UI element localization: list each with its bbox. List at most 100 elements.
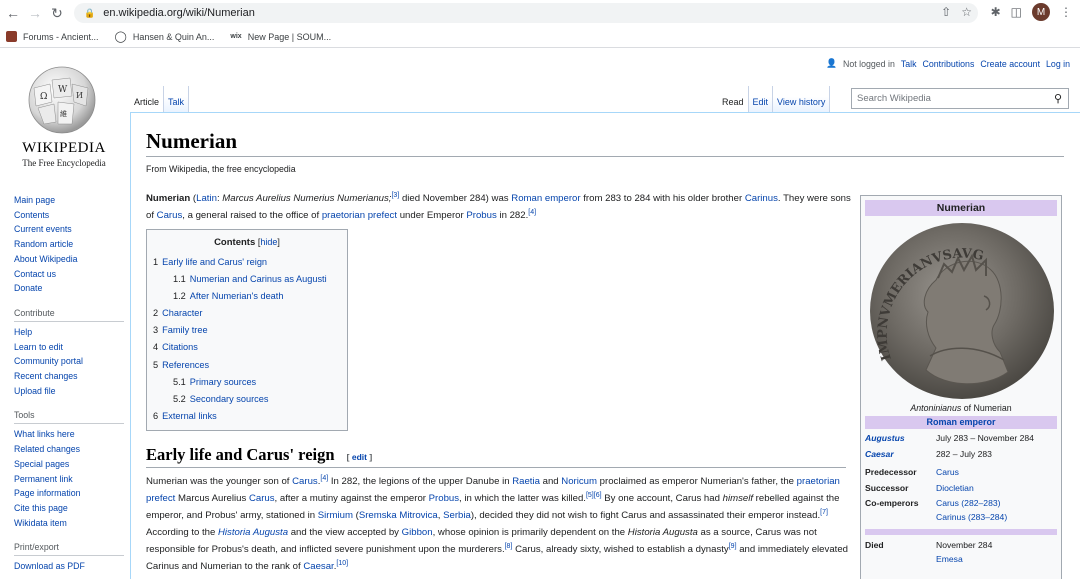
coin-image[interactable]: IMPNVMERIANVSAVG	[866, 220, 1056, 402]
probus-link-2[interactable]: Probus	[429, 493, 459, 504]
tab-read[interactable]: Read	[718, 86, 749, 112]
toc-link[interactable]: Primary sources	[190, 377, 256, 387]
died-place-link[interactable]: Emesa	[936, 554, 963, 564]
row-value[interactable]: Carus (282–283)	[936, 497, 1057, 511]
toc-link[interactable]: After Numerian's death	[190, 291, 284, 301]
tab-edit[interactable]: Edit	[748, 86, 774, 112]
sidebar-item-contact-us[interactable]: Contact us	[14, 267, 124, 282]
toc-link[interactable]: Secondary sources	[190, 394, 269, 404]
sidebar-item-current-events[interactable]: Current events	[14, 222, 124, 237]
toc-item[interactable]: 4 Citations	[153, 339, 341, 356]
back-icon[interactable]: ←	[2, 2, 24, 24]
infobox-section-roman-emperor[interactable]: Roman emperor	[865, 416, 1057, 429]
sirmium-link[interactable]: Sirmium	[318, 510, 353, 521]
noricum-link[interactable]: Noricum	[561, 476, 597, 487]
sidebar-item-what-links-here[interactable]: What links here	[14, 427, 124, 442]
historia-augusta-link[interactable]: Historia Augusta	[218, 527, 288, 538]
toc-title: Contents [hide]	[214, 237, 280, 248]
sidebar-item-page-information[interactable]: Page information	[14, 486, 124, 501]
row-label[interactable]: Augustus	[865, 432, 936, 446]
carus-link-2[interactable]: Carus	[292, 476, 318, 487]
row-value-wrap: Carus	[936, 466, 1057, 480]
praetorian-prefect-link[interactable]: praetorian prefect	[322, 210, 397, 221]
sremska-mitrovica-link[interactable]: Sremska Mitrovica	[359, 510, 438, 521]
forward-icon[interactable]: →	[24, 2, 46, 24]
sidebar-item-about-wikipedia[interactable]: About Wikipedia	[14, 252, 124, 267]
serbia-link[interactable]: Serbia	[443, 510, 471, 521]
extensions-icon[interactable]: ✱	[991, 5, 1001, 19]
bookmark-hansen[interactable]: ◯ Hansen & Quin An...	[115, 30, 215, 43]
toc-item[interactable]: 2 Character	[153, 305, 341, 322]
caesar-link[interactable]: Caesar	[303, 561, 333, 572]
carus-link[interactable]: Carus	[157, 210, 183, 221]
probus-link[interactable]: Probus	[466, 210, 496, 221]
share-icon[interactable]: ⇧	[941, 5, 951, 19]
row-value[interactable]: Diocletian	[936, 482, 1057, 496]
wikipedia-globe-logo[interactable]: Ω W И 維	[22, 62, 102, 134]
sidebar-item-donate[interactable]: Donate	[14, 281, 124, 296]
sidebar-item-cite-this-page[interactable]: Cite this page	[14, 501, 124, 516]
roman-emperor-link[interactable]: Roman emperor	[511, 193, 580, 204]
menu-icon[interactable]: ⋮	[1060, 5, 1072, 19]
row-value-2[interactable]: Carinus (283–284)	[936, 511, 1057, 525]
toc-link[interactable]: Family tree	[162, 325, 207, 335]
reload-icon[interactable]: ↻	[46, 2, 68, 24]
search-icon[interactable]: ⚲	[1054, 92, 1062, 105]
row-value[interactable]: Carus	[936, 466, 1057, 480]
address-bar[interactable]: 🔒 en.wikipedia.org/wiki/Numerian ⇧ ☆	[74, 3, 978, 23]
wikipedia-wordmark[interactable]: WIKIPEDIA The Free Encyclopedia	[8, 140, 120, 168]
sidebar-item-permanent-link[interactable]: Permanent link	[14, 472, 124, 487]
toc-link[interactable]: Numerian and Carinus as Augusti	[190, 274, 327, 284]
toc-number: 4	[153, 342, 159, 353]
sidebar-item-download-as-pdf[interactable]: Download as PDF	[14, 559, 124, 574]
contributions-link[interactable]: Contributions	[923, 59, 975, 69]
toc-item[interactable]: 5.2 Secondary sources	[153, 391, 341, 408]
create-account-link[interactable]: Create account	[980, 59, 1040, 69]
gibbon-link[interactable]: Gibbon	[402, 527, 433, 538]
row-value: July 283 – November 284	[936, 433, 1034, 443]
row-label[interactable]: Caesar	[865, 448, 936, 462]
section-edit-link[interactable]: edit	[352, 452, 367, 462]
toc-hide-link[interactable]: hide	[260, 237, 277, 247]
toc-number: 1	[153, 257, 159, 267]
sidebar-item-related-changes[interactable]: Related changes	[14, 442, 124, 457]
bookmark-star-icon[interactable]: ☆	[961, 5, 972, 19]
side-panel-icon[interactable]: ◫	[1011, 5, 1022, 19]
sidebar-item-help[interactable]: Help	[14, 325, 124, 340]
tab-view-history[interactable]: View history	[773, 86, 831, 112]
bookmark-forums[interactable]: Forums - Ancient...	[6, 31, 99, 42]
tab-talk[interactable]: Talk	[164, 86, 190, 112]
toc-item[interactable]: 5.1 Primary sources	[153, 374, 341, 391]
raetia-link[interactable]: Raetia	[512, 476, 540, 487]
tab-article[interactable]: Article	[130, 86, 165, 112]
toc-item[interactable]: 3 Family tree	[153, 322, 341, 339]
toc-link[interactable]: Early life and Carus' reign	[162, 257, 267, 267]
toc-item[interactable]: 1.1 Numerian and Carinus as Augusti	[153, 271, 341, 288]
latin-link[interactable]: Latin	[196, 193, 217, 204]
sidebar-item-community-portal[interactable]: Community portal	[14, 354, 124, 369]
sidebar-item-wikidata-item[interactable]: Wikidata item	[14, 516, 124, 531]
carinus-link[interactable]: Carinus	[745, 193, 778, 204]
toc-link[interactable]: References	[162, 360, 209, 370]
sidebar-item-main-page[interactable]: Main page	[14, 193, 124, 208]
toc-link[interactable]: Character	[162, 308, 202, 318]
log-in-link[interactable]: Log in	[1046, 59, 1070, 69]
toc-item[interactable]: 6 External links	[153, 408, 341, 425]
sidebar-item-recent-changes[interactable]: Recent changes	[14, 369, 124, 384]
sidebar-item-contents[interactable]: Contents	[14, 208, 124, 223]
toc-link[interactable]: External links	[162, 411, 217, 421]
talk-link[interactable]: Talk	[901, 59, 917, 69]
toc-item[interactable]: 1.2 After Numerian's death	[153, 288, 341, 305]
avatar[interactable]: M	[1032, 3, 1050, 21]
search-input[interactable]: Search Wikipedia ⚲	[851, 88, 1069, 109]
carus-link-3[interactable]: Carus	[249, 493, 275, 504]
bookmark-wix[interactable]: wix New Page | SOUM...	[230, 32, 331, 42]
sidebar-item-special-pages[interactable]: Special pages	[14, 457, 124, 472]
table-of-contents: Contents [hide] 1 Early life and Carus' r…	[146, 229, 348, 431]
toc-link[interactable]: Citations	[162, 342, 198, 352]
sidebar-item-random-article[interactable]: Random article	[14, 237, 124, 252]
sidebar-item-learn-to-edit[interactable]: Learn to edit	[14, 340, 124, 355]
sidebar-item-upload-file[interactable]: Upload file	[14, 384, 124, 399]
toc-item[interactable]: 5 References	[153, 357, 341, 374]
toc-item[interactable]: 1 Early life and Carus' reign	[153, 254, 341, 271]
